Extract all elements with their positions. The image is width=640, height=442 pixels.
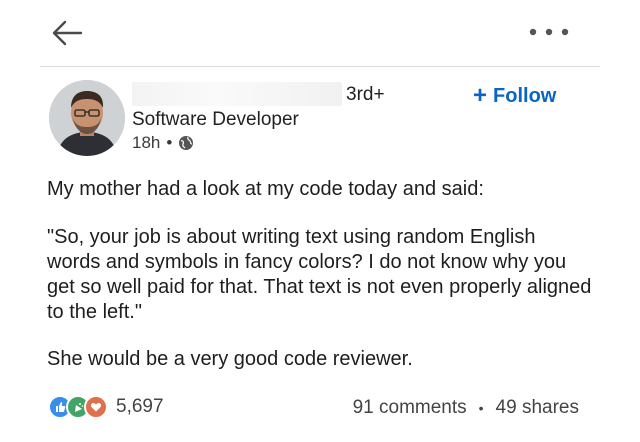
- globe-icon: [179, 136, 194, 150]
- avatar[interactable]: [49, 80, 125, 156]
- header-divider: [40, 66, 600, 67]
- comments-link[interactable]: 91 comments: [353, 397, 467, 419]
- author-name-redacted[interactable]: [132, 82, 342, 106]
- social-counts: 91 comments • 49 shares: [353, 397, 579, 419]
- follow-button[interactable]: + Follow: [473, 82, 556, 110]
- post-paragraph: She would be a very good code reviewer.: [47, 348, 413, 370]
- shares-link[interactable]: 49 shares: [496, 397, 579, 419]
- arrow-left-icon[interactable]: [50, 18, 84, 48]
- author-headline: Software Developer: [132, 109, 299, 130]
- ellipsis-icon[interactable]: [525, 26, 573, 38]
- post-paragraph: "So, your job is about writing text usin…: [47, 226, 592, 323]
- reaction-count: 5,697: [116, 396, 164, 417]
- time-separator: •: [166, 133, 173, 152]
- post-time: 18h: [132, 133, 161, 152]
- love-icon: [84, 395, 108, 419]
- top-bar: [0, 0, 640, 66]
- post-paragraph: My mother had a look at my code today an…: [47, 178, 484, 200]
- plus-icon: +: [473, 82, 488, 109]
- separator: •: [478, 400, 484, 416]
- reactions-summary[interactable]: 5,697: [48, 395, 164, 419]
- follow-label: Follow: [493, 84, 557, 107]
- post-meta: 18h •: [132, 133, 194, 153]
- profile-photo: [49, 80, 125, 156]
- connection-degree: 3rd+: [346, 84, 385, 105]
